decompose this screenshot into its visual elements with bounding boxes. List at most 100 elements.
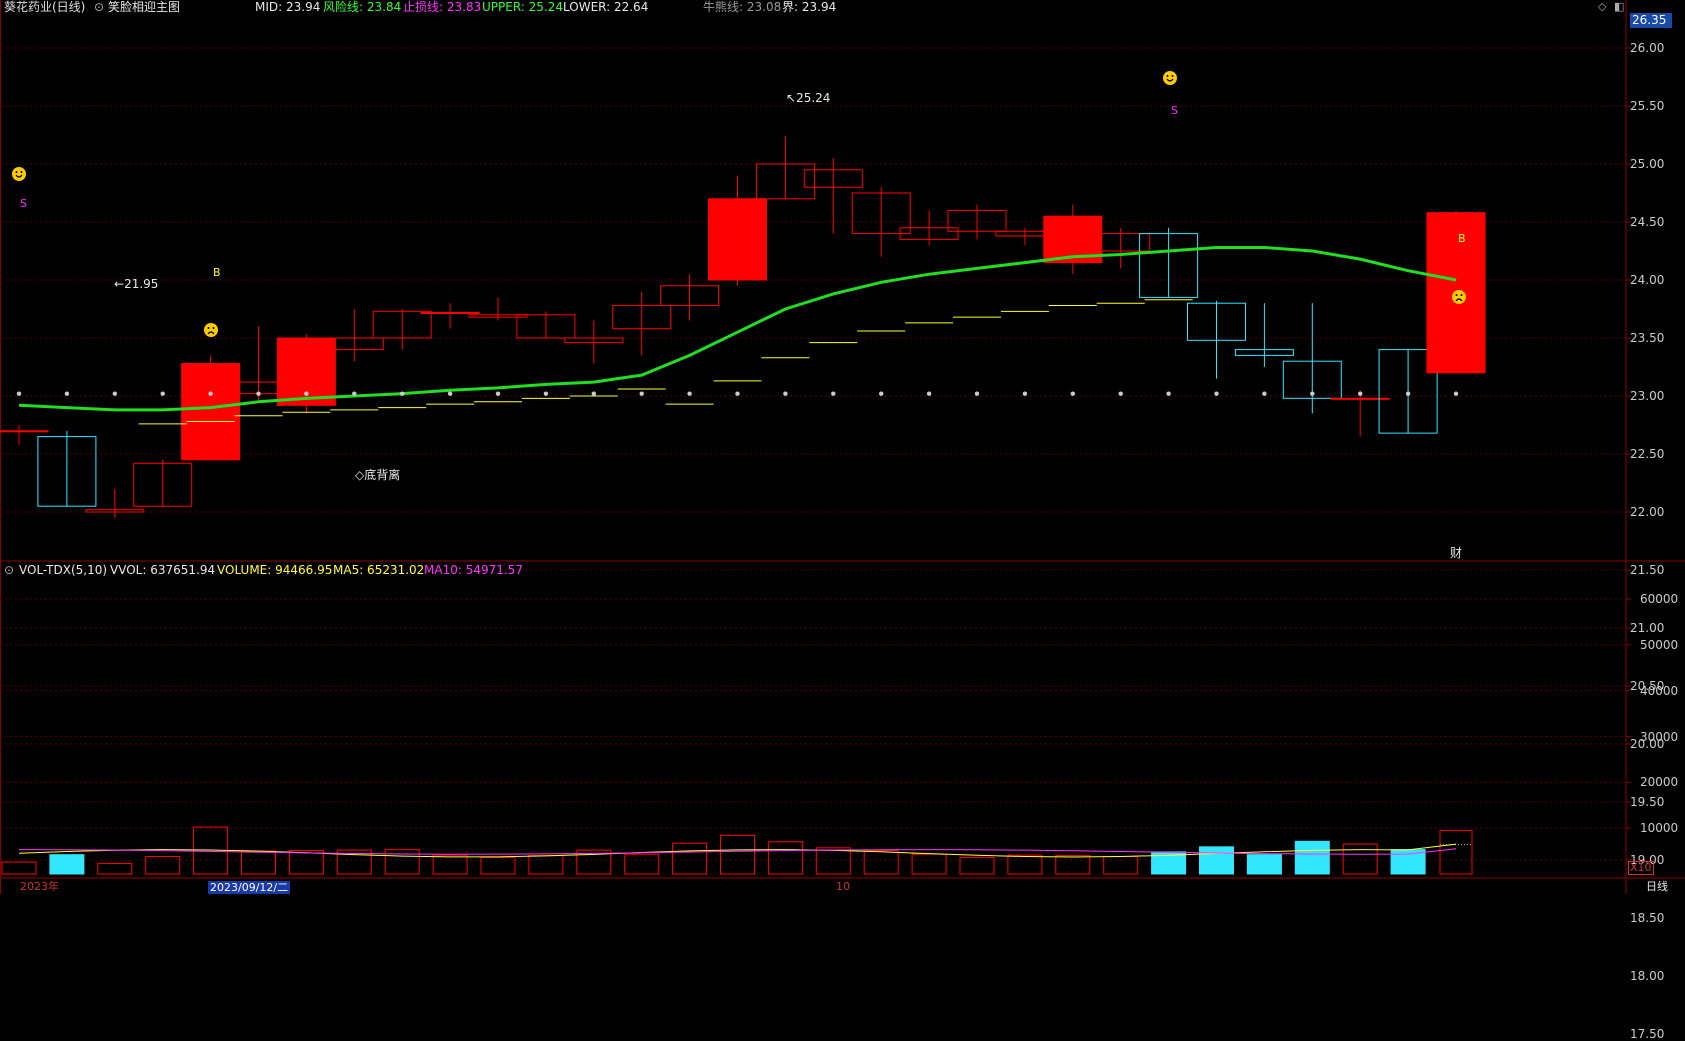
bull-bear-dot (783, 391, 788, 396)
bottom-divergence-label: ◇底背离 (355, 468, 401, 482)
high-price-label: ↖25.24 (786, 91, 831, 105)
volume-bar (624, 853, 660, 875)
volume-bar (145, 856, 181, 875)
bull-bear-dot (831, 391, 836, 396)
bull-bear-dot (112, 391, 118, 396)
volume-bar (384, 849, 420, 875)
volume-tick-label: 40000 (1640, 683, 1679, 698)
candle-body (181, 363, 241, 461)
volume-bar (1103, 856, 1139, 875)
bull-bear-dot (1262, 391, 1267, 396)
volume-bar (720, 834, 755, 875)
frown-icon (1452, 290, 1466, 304)
volume-bar (1007, 854, 1043, 875)
bull-bear-dot (687, 391, 692, 396)
smile-icon-eye (1166, 75, 1169, 77)
smile-icon-eye (20, 171, 23, 173)
smile-icon (1163, 71, 1177, 85)
volume-value: VOLUME: 94466.95 (217, 563, 333, 577)
bull-bear-dot (1358, 391, 1363, 396)
price-tick-label: 19.50 (1630, 795, 1665, 809)
candle-body (0, 430, 49, 433)
volume-bar (1246, 854, 1282, 875)
volume-bar (97, 862, 133, 875)
month-label: 10 (836, 880, 850, 893)
ma5-value: MA5: 65231.02 (333, 563, 425, 577)
vvol-value: VVOL: 637651.94 (110, 563, 216, 577)
volume-bar (1342, 843, 1378, 875)
price-tick-label: 18.00 (1630, 969, 1665, 983)
volume-bar (241, 850, 276, 875)
bull-bear-dot (1022, 391, 1028, 396)
bull-bear-dot (1070, 391, 1076, 396)
volume-tick-label: 50000 (1640, 637, 1679, 652)
price-tick-label: 26.00 (1630, 41, 1665, 55)
volume-bar (1439, 829, 1473, 875)
bull-bear-dot (639, 391, 644, 396)
frown-icon-eye (212, 327, 215, 329)
frown-icon (204, 323, 218, 337)
bull-bear-dot (879, 391, 884, 396)
bull-bear-dot (591, 391, 596, 396)
price-tick-label: 18.50 (1630, 911, 1665, 925)
volume-multiplier: X10 (1628, 861, 1654, 875)
bull-bear-dot (256, 391, 261, 396)
smile-icon-eye (1171, 75, 1174, 77)
year-label: 2023年 (20, 880, 59, 893)
price-tick-label: 21.50 (1630, 563, 1665, 577)
selected-date: 2023/09/12/二 (208, 881, 291, 894)
bull-bear-dot (926, 391, 932, 396)
smile-icon-eye (15, 171, 18, 173)
bull-bear-dot (304, 391, 309, 396)
frown-icon-eye (1460, 294, 1463, 296)
finance-marker[interactable]: 财 (1450, 546, 1462, 560)
candle-body (1330, 397, 1390, 400)
price-tick-label: 25.00 (1630, 157, 1665, 171)
price-tick-label: 22.50 (1630, 447, 1665, 461)
bull-bear-dot (447, 391, 453, 396)
volume-bar (432, 854, 468, 875)
bull-bear-dot (1310, 391, 1315, 396)
price-tick-label: 24.50 (1630, 215, 1665, 229)
bull-bear-dot (160, 391, 165, 396)
bull-bear-dot (1214, 391, 1219, 396)
period-label[interactable]: 日线 (1646, 880, 1668, 894)
candle-body (420, 311, 480, 314)
buy-signal-1: B (213, 266, 221, 279)
volume-bar (863, 850, 899, 875)
bull-bear-dot (1166, 391, 1171, 396)
bull-bear-dot (400, 391, 405, 396)
price-tick-label: 23.50 (1630, 331, 1665, 345)
bull-bear-dot (208, 391, 213, 396)
volume-tick-label: 10000 (1640, 821, 1679, 836)
volume-bar (672, 842, 708, 875)
candle-body (708, 198, 767, 281)
price-tick-label: 21.00 (1630, 621, 1665, 635)
price-tick-label: 22.00 (1630, 505, 1665, 519)
bull-bear-dot (974, 391, 980, 396)
buy-signal-2: B (1458, 232, 1466, 245)
volume-ma5-line (18, 843, 1457, 858)
volume-indicator-name[interactable]: VOL-TDX(5,10) (19, 563, 107, 577)
volume-settings-icon[interactable]: ⊙ (4, 563, 14, 577)
volume-tick-label: 30000 (1640, 729, 1679, 744)
kline-chart[interactable] (0, 0, 1685, 894)
volume-bar (1, 861, 37, 875)
volume-bar (528, 855, 564, 875)
bull-bear-dot (16, 391, 22, 396)
bull-bear-dot (1453, 391, 1459, 396)
price-tick-label: 24.00 (1630, 273, 1665, 287)
sell-signal-1: S (20, 197, 27, 210)
price-tick-label: 23.00 (1630, 389, 1665, 403)
price-tick-label: 17.50 (1630, 1027, 1665, 1041)
volume-bar (911, 853, 947, 875)
volume-bar (1294, 840, 1330, 875)
smile-icon (12, 167, 26, 181)
bull-bear-dot (495, 391, 501, 396)
bull-bear-dot (1405, 391, 1411, 396)
volume-bar (1055, 855, 1091, 875)
volume-bar (288, 850, 324, 875)
bull-bear-dot (352, 391, 357, 396)
frown-icon-eye (1455, 294, 1458, 296)
volume-bar (49, 854, 85, 875)
